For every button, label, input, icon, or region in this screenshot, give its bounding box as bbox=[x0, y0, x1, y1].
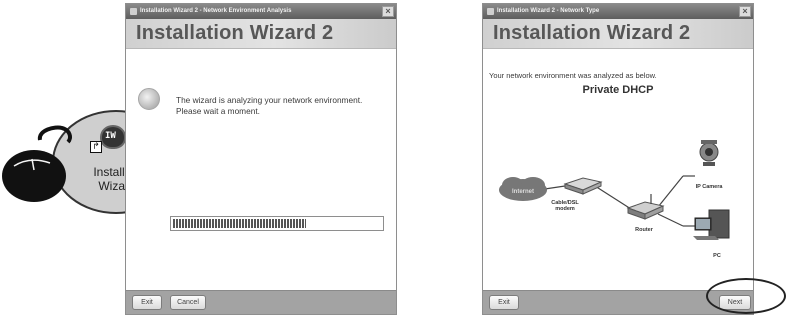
pc-label: PC bbox=[713, 253, 721, 259]
router-label: Router bbox=[635, 227, 653, 233]
shortcut-icon[interactable]: IW ↱ bbox=[90, 125, 130, 161]
window-icon bbox=[487, 8, 494, 15]
status-message-line1: The wizard is analyzing your network env… bbox=[176, 95, 363, 105]
progress-fill bbox=[173, 219, 307, 228]
analysis-window: Installation Wizard 2 - Network Environm… bbox=[125, 3, 397, 315]
modem-icon bbox=[563, 177, 603, 195]
app-icon-text: IW bbox=[105, 131, 116, 141]
network-type-label: Private DHCP bbox=[582, 84, 654, 96]
ip-camera-icon bbox=[699, 140, 719, 166]
status-message: The wizard is analyzing your network env… bbox=[176, 95, 362, 117]
exit-button[interactable]: Exit bbox=[132, 295, 162, 310]
modem-label: Cable/DSL modem bbox=[551, 200, 579, 212]
wizard-banner: Installation Wizard 2 bbox=[126, 19, 396, 49]
status-message-line2: Please wait a moment. bbox=[176, 106, 260, 116]
title-bar[interactable]: Installation Wizard 2 - Network Environm… bbox=[126, 4, 396, 19]
app-icon: IW bbox=[100, 125, 126, 149]
camera-label: IP Camera bbox=[695, 184, 723, 190]
window-title: Installation Wizard 2 - Network Environm… bbox=[140, 8, 292, 14]
banner-title: Installation Wizard 2 bbox=[493, 22, 691, 44]
close-button[interactable]: × bbox=[382, 6, 394, 17]
pc-icon bbox=[693, 209, 730, 240]
wizard-banner: Installation Wizard 2 bbox=[483, 19, 753, 49]
exit-button[interactable]: Exit bbox=[489, 295, 519, 310]
next-button-highlight bbox=[706, 278, 786, 314]
title-bar[interactable]: Installation Wizard 2 - Network Type × bbox=[483, 4, 753, 19]
router-icon bbox=[626, 194, 665, 220]
progress-bar bbox=[170, 216, 384, 231]
window-title: Installation Wizard 2 - Network Type bbox=[497, 8, 600, 14]
analysis-result-text: Your network environment was analyzed as… bbox=[489, 71, 657, 80]
network-type-window: Installation Wizard 2 - Network Type × I… bbox=[482, 3, 754, 315]
cancel-button[interactable]: Cancel bbox=[170, 295, 206, 310]
window-icon bbox=[130, 8, 137, 15]
button-bar: Exit Cancel bbox=[126, 290, 396, 314]
shortcut-arrow-icon: ↱ bbox=[90, 141, 102, 153]
close-button[interactable]: × bbox=[739, 6, 751, 17]
loading-globe-icon bbox=[138, 88, 160, 110]
banner-title: Installation Wizard 2 bbox=[136, 22, 334, 44]
internet-label: Internet bbox=[512, 189, 534, 195]
